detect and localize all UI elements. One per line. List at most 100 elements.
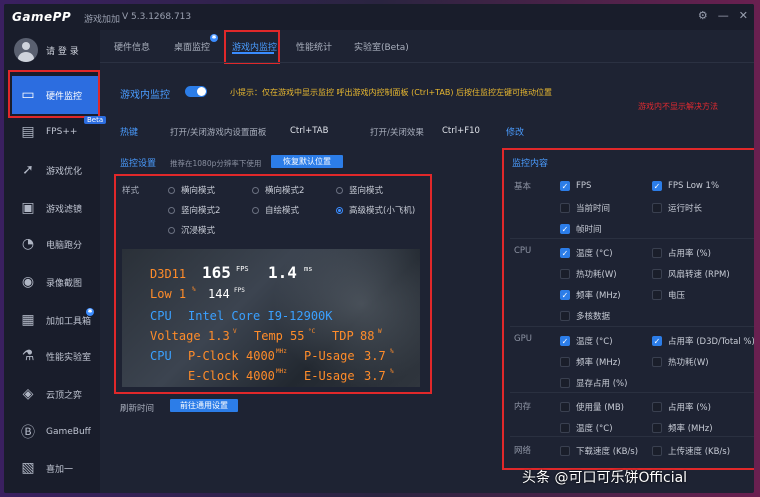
content-checkbox[interactable]: 多核数据 (560, 310, 610, 322)
content-checkbox-label: 显存占用 (%) (576, 379, 628, 389)
sidebar-item-label: 游戏滤镜 (46, 204, 83, 215)
tab-hardware-info[interactable]: 硬件信息 (114, 40, 150, 53)
content-checkbox[interactable]: 占用率 (%) (652, 401, 711, 413)
rocket-icon: ➚ (22, 162, 34, 178)
content-checkbox[interactable]: 频率 (MHz) (560, 356, 621, 368)
checkbox-icon (560, 311, 570, 321)
content-checkbox[interactable]: 使用量 (MB) (560, 401, 624, 413)
content-checkbox-label: 占用率 (%) (668, 249, 711, 259)
sidebar-item-label: 性能实验室 (46, 352, 92, 363)
content-checkbox[interactable]: ✓ 频率 (MHz) (560, 289, 621, 301)
overlay-cpu-label-2: CPU (150, 349, 172, 363)
general-settings-button[interactable]: 前往通用设置 (170, 399, 238, 412)
overlay-voltage-value: 1.3 (208, 329, 230, 343)
toggle-panel-key[interactable]: Ctrl+TAB (290, 126, 328, 136)
overlay-eusage-label: E-Usage (304, 369, 355, 383)
content-checkbox[interactable]: 当前时间 (560, 202, 610, 214)
style-option-4[interactable]: 竖向模式2 (168, 204, 220, 216)
overlay-cpu-name: Intel Core I9-12900K (188, 309, 333, 323)
fps-icon: ▤ (21, 124, 35, 140)
check-icon: ✓ (560, 181, 570, 191)
content-checkbox[interactable]: ✓ 帧时间 (560, 223, 602, 235)
tab-desktop-monitor[interactable]: 桌面监控 (174, 40, 210, 53)
toggle-effect-key[interactable]: Ctrl+F10 (442, 126, 480, 136)
monitor-settings-label: 监控设置 (120, 159, 157, 169)
radio-icon (336, 206, 343, 214)
content-checkbox-label: 多核数据 (576, 312, 611, 322)
overlay-low-label: Low 1 (150, 287, 187, 301)
overlay-low-unit: FPS (234, 287, 245, 294)
new-badge-icon: ✱ (210, 34, 218, 42)
sidebar-item-3[interactable]: ➚ 游戏优化 (12, 152, 98, 188)
content-checkbox[interactable]: ✓ 温度 (°C) (560, 247, 613, 259)
content-checkbox[interactable]: 热功耗(W) (560, 268, 617, 280)
content-checkbox[interactable]: 电压 (652, 289, 685, 301)
overlay-frametime: 1.4 (268, 263, 297, 282)
sidebar-item-4[interactable]: ▣ 游戏滤镜 (12, 190, 98, 226)
overlay-pusage-value: 3.7 (364, 349, 386, 363)
content-checkbox-label: 当前时间 (576, 204, 611, 214)
sidebar-item-6[interactable]: ◉ 录像截图 (12, 264, 98, 300)
style-option-7[interactable]: 沉浸模式 (168, 224, 215, 236)
game-icon: ◈ (22, 386, 34, 402)
content-checkbox[interactable]: ✓ 温度 (°C) (560, 335, 613, 347)
highlight-box-content (502, 148, 754, 470)
sidebar-item-10[interactable]: Ⓑ GameBuff (12, 414, 98, 450)
not-showing-link[interactable]: 游戏内不显示解决方法 (638, 101, 718, 112)
content-checkbox-label: 频率 (MHz) (668, 424, 713, 434)
overlay-temp-unit: °C (308, 328, 316, 335)
content-checkbox-label: 热功耗(W) (668, 358, 709, 368)
tab-lab-beta[interactable]: 实验室(Beta) (354, 40, 409, 53)
sidebar-item-9[interactable]: ◈ 云顶之弈 (12, 376, 98, 412)
content-group-label: GPU (514, 334, 532, 344)
sidebar-item-label: FPS++ (46, 127, 78, 137)
close-icon[interactable]: ✕ (739, 9, 748, 22)
sidebar-item-11[interactable]: ▧ 喜加一 (12, 450, 98, 486)
sidebar-item-8[interactable]: ⚗ 性能实验室 (12, 338, 98, 374)
content-checkbox-label: 频率 (MHz) (576, 291, 621, 301)
new-badge-icon: ✱ (86, 308, 94, 316)
content-checkbox[interactable]: 上传速度 (KB/s) (652, 445, 730, 457)
content-checkbox[interactable]: 显存占用 (%) (560, 377, 627, 389)
content-checkbox[interactable]: 运行时长 (652, 202, 702, 214)
content-checkbox[interactable]: 下载速度 (KB/s) (560, 445, 638, 457)
content-checkbox[interactable]: ✓ FPS Low 1% (652, 181, 719, 191)
content-checkbox[interactable]: 占用率 (%) (652, 247, 711, 259)
checkbox-icon (560, 446, 570, 456)
monitor-tip: 小提示：仅在游戏中显示监控 呼出游戏内控制面板 (Ctrl+TAB) 后按住监控… (230, 88, 553, 97)
style-option-5[interactable]: 自绘模式 (252, 204, 299, 216)
title-bar: GamePP 游戏加加 V 5.3.1268.713 ⚙ — ✕ (4, 4, 754, 30)
overlay-temp-value: 55 (290, 329, 305, 343)
sidebar-item-1[interactable]: ▭ 硬件监控 (12, 76, 98, 114)
sidebar-item-2[interactable]: ▤ FPS++ Beta (12, 114, 107, 150)
resolution-note: 推荐在1080p分辨率下使用 (170, 159, 262, 168)
minimize-icon[interactable]: — (718, 9, 729, 22)
content-checkbox[interactable]: ✓ 占用率 (D3D/Total %) (652, 335, 754, 347)
reset-position-button[interactable]: 恢复默认位置 (271, 155, 343, 168)
style-option-1[interactable]: 横向模式 (168, 184, 215, 196)
settings-icon[interactable]: ⚙ (698, 9, 708, 22)
style-option-3[interactable]: 竖向模式 (336, 184, 383, 196)
edit-hotkey-link[interactable]: 修改 (506, 125, 524, 138)
overlay-eusage-value: 3.7 (364, 369, 386, 383)
content-checkbox-label: 占用率 (%) (668, 403, 711, 413)
content-checkbox[interactable]: 热功耗(W) (652, 356, 709, 368)
content-checkbox[interactable]: ✓ FPS (560, 181, 591, 191)
style-option-6[interactable]: 高级模式(小飞机) (336, 204, 415, 216)
tab-performance-stats[interactable]: 性能统计 (296, 40, 332, 53)
content-checkbox[interactable]: 风扇转速 (RPM) (652, 268, 730, 280)
toolbox-icon: ▦ (21, 312, 35, 328)
monitor-toggle[interactable] (185, 86, 207, 97)
sidebar-item-7[interactable]: ▦ 加加工具箱 (12, 302, 98, 338)
gift-icon: ▧ (21, 460, 35, 476)
user-login[interactable]: 请 登 录 (14, 38, 79, 62)
content-checkbox[interactable]: 温度 (°C) (560, 422, 613, 434)
sidebar-item-label: 硬件监控 (46, 91, 83, 102)
check-icon: ✓ (560, 290, 570, 300)
beta-badge: Beta (84, 116, 107, 124)
toggle-effect-label: 打开/关闭效果 (370, 128, 424, 138)
checkbox-icon (652, 446, 662, 456)
content-checkbox[interactable]: 频率 (MHz) (652, 422, 713, 434)
style-option-2[interactable]: 横向模式2 (252, 184, 304, 196)
sidebar-item-5[interactable]: ◔ 电脑跑分 (12, 226, 98, 262)
